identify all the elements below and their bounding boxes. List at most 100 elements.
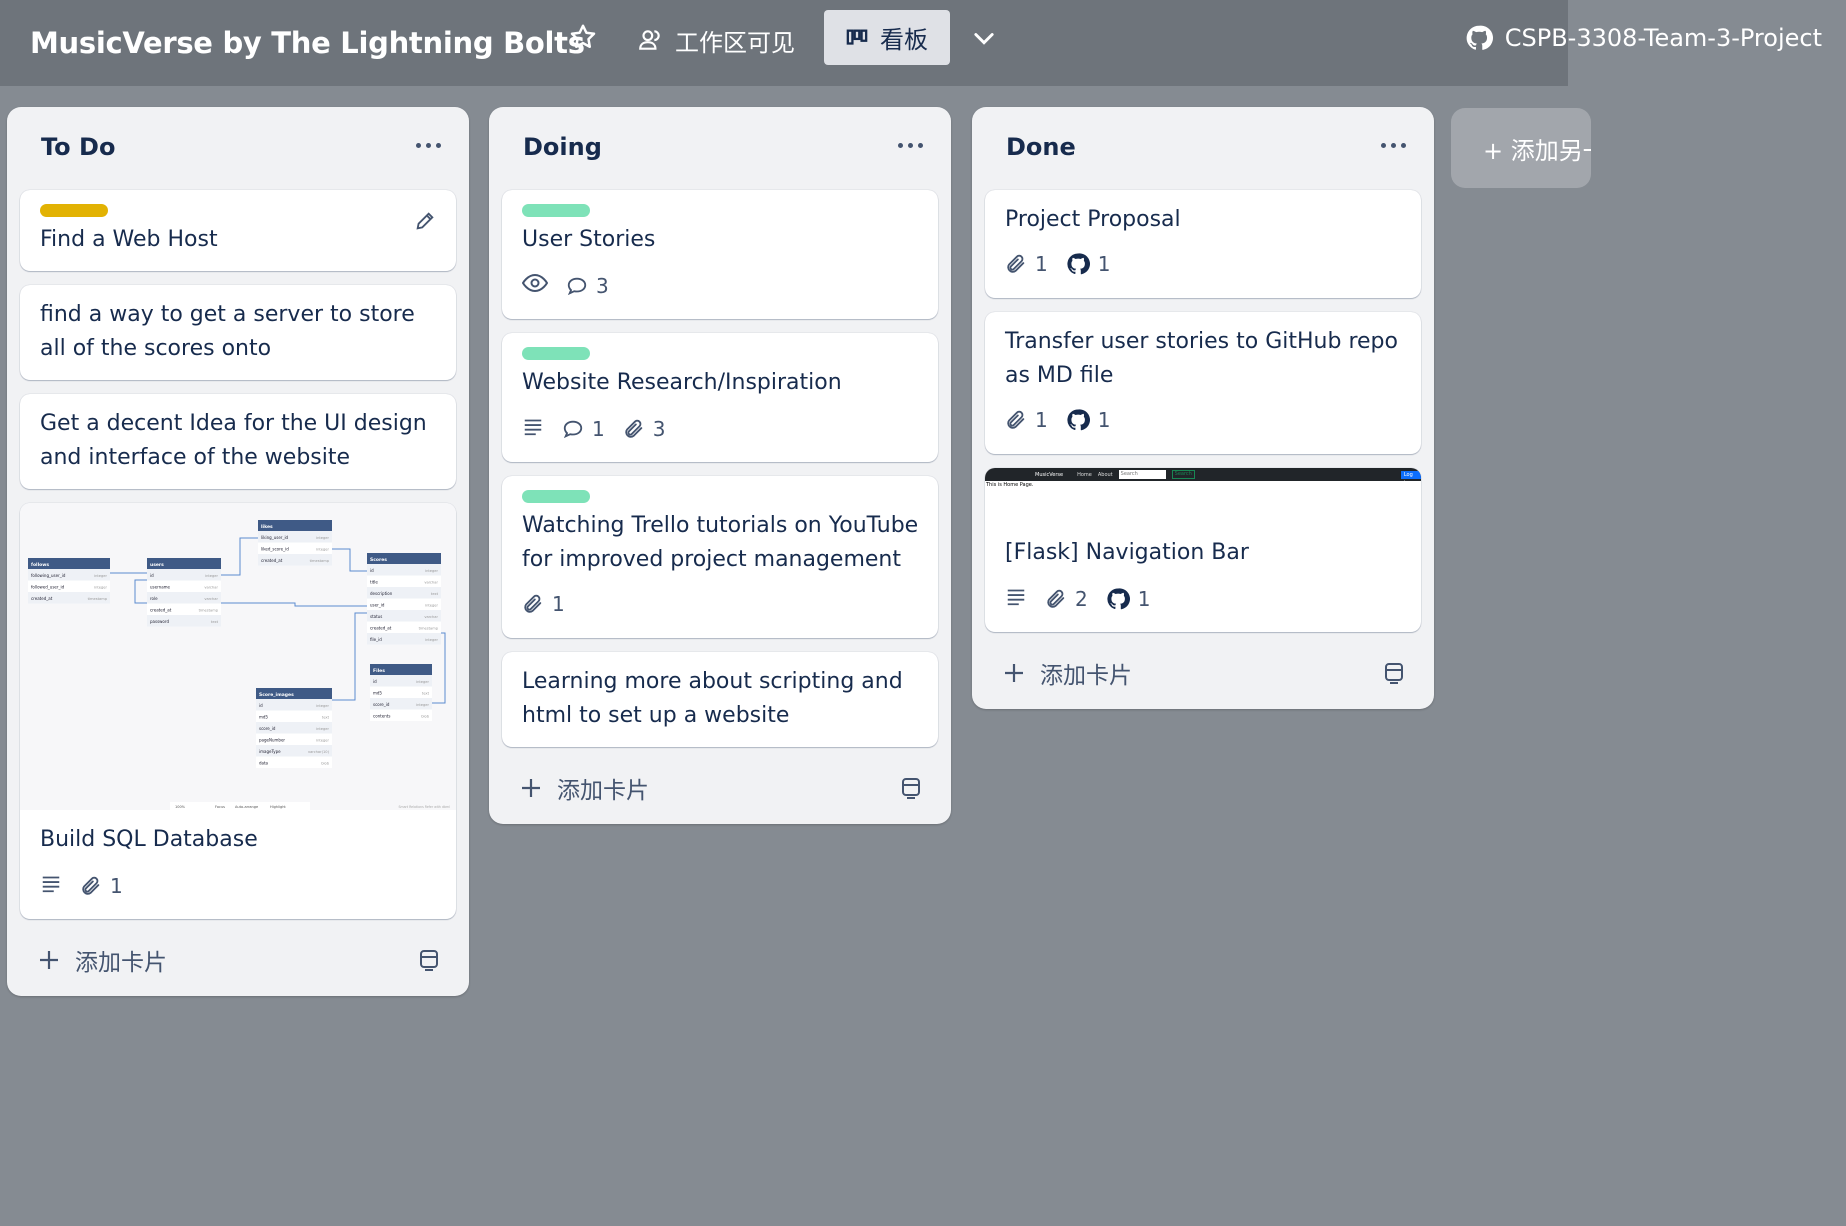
card-ui-design[interactable]: Get a decent Idea for the UI design and … <box>20 394 456 489</box>
comment-count: 1 <box>592 416 605 441</box>
nav-preview-search-button: Search <box>1171 470 1195 479</box>
github-icon <box>1067 409 1090 431</box>
card-label[interactable] <box>522 490 590 503</box>
db-column-type: integer <box>416 680 429 684</box>
list-title[interactable]: Done <box>1006 133 1076 161</box>
card-title: User Stories <box>522 227 656 252</box>
github-icon <box>1067 253 1090 275</box>
db-column-name: md5 <box>373 691 382 696</box>
attachment-badge: 3 <box>623 416 666 441</box>
attachment-count: 1 <box>1035 252 1048 276</box>
list-menu-icon[interactable] <box>1381 143 1406 148</box>
attachment-badge: 2 <box>1045 587 1088 611</box>
comment-badge: 3 <box>566 274 609 298</box>
card-badges: 1 1 <box>1005 408 1110 432</box>
list-title[interactable]: Doing <box>523 133 602 161</box>
card-flask-navigation-bar[interactable]: MusicVerse Home About Search Search Log … <box>985 468 1421 632</box>
add-list-button[interactable]: + 添加另一个列表 <box>1451 108 1591 188</box>
db-toolbar-item: Highlight <box>270 805 286 809</box>
add-list-label: + 添加另一个列表 <box>1483 136 1591 165</box>
board-title[interactable]: MusicVerse by The Lightning Bolts <box>30 26 585 60</box>
db-column-name: title <box>370 580 378 585</box>
card-build-sql-database[interactable]: follows following_user_id integer followed_… <box>20 503 456 919</box>
card-cover-nav-preview: MusicVerse Home About Search Search Log … <box>985 468 1421 524</box>
comment-icon <box>563 420 583 438</box>
db-column-name: imageType <box>259 749 281 754</box>
card-template-icon[interactable] <box>417 948 441 976</box>
db-column-name: id <box>373 679 377 684</box>
card-trello-tutorials[interactable]: Watching Trello tutorials on YouTube for… <box>502 476 938 638</box>
nav-preview-body: This is Home Page. <box>986 482 1034 488</box>
chevron-down-icon[interactable] <box>970 24 998 52</box>
card-title: Find a Web Host <box>40 227 218 252</box>
db-column-type: text <box>322 716 330 720</box>
card-title: Get a decent Idea for the UI design and … <box>40 411 427 470</box>
card-label[interactable] <box>522 347 590 360</box>
db-table: likesliking_user_id integerliked_score_id… <box>258 520 332 566</box>
add-card-button[interactable]: 添加卡片 <box>37 943 167 977</box>
add-card-label: 添加卡片 <box>75 950 167 976</box>
visibility-button[interactable]: 工作区可见 <box>637 20 795 60</box>
card-find-web-host[interactable]: Find a Web Host <box>20 190 456 271</box>
board-view-button[interactable]: 看板 <box>824 10 950 65</box>
card-template-icon[interactable] <box>899 776 923 804</box>
card-title: Website Research/Inspiration <box>522 370 842 395</box>
plus-icon <box>1005 664 1023 682</box>
list-done: Done Project Proposal 1 1 Transfer user … <box>972 107 1434 709</box>
list-doing: Doing User Stories 3 Website Research/In… <box>489 107 951 824</box>
card-learning-scripting[interactable]: Learning more about scripting and html t… <box>502 652 938 747</box>
db-table: Scores id integer title varchar description te… <box>367 553 441 645</box>
card-website-research[interactable]: Website Research/Inspiration 1 3 <box>502 333 938 462</box>
card-label[interactable] <box>522 204 590 217</box>
db-column-name: pageNumber <box>259 738 285 743</box>
github-count: 1 <box>1137 586 1151 611</box>
card-title: Transfer user stories to GitHub repo as … <box>1005 329 1398 388</box>
db-table: Files id integer md5 text score_id integer cont… <box>370 664 432 721</box>
db-column-name: password <box>150 619 169 624</box>
board-icon <box>846 27 868 49</box>
list-menu-icon[interactable] <box>416 143 441 148</box>
db-column-name: liked_score_id <box>261 547 289 552</box>
card-title: Project Proposal <box>1005 207 1181 232</box>
paperclip-icon <box>1007 410 1025 429</box>
paperclip-icon <box>1007 254 1025 273</box>
attachment-badge: 1 <box>1005 252 1048 276</box>
github-repo-link[interactable]: CSPB-3308-Team-3-Project <box>1465 18 1822 58</box>
db-table: users id integer username varchar role varchar… <box>147 558 221 627</box>
db-column-type: varchar <box>204 586 218 590</box>
db-column-type: integer <box>316 704 329 708</box>
db-column-type: integer <box>425 569 438 573</box>
edit-pencil-icon[interactable] <box>414 210 436 236</box>
card-label[interactable] <box>40 204 108 217</box>
db-table: followsfollowing_user_id integerfollowed_… <box>28 558 110 604</box>
add-card-button[interactable]: 添加卡片 <box>1002 656 1132 690</box>
db-column-type: timestamp <box>199 609 219 613</box>
db-table-name: follows <box>31 562 49 568</box>
db-column-name: created_at <box>31 596 53 601</box>
attachment-count: 1 <box>1035 408 1048 432</box>
view-label: 看板 <box>880 26 928 54</box>
db-column-type: varchar(10) <box>308 750 330 754</box>
card-transfer-user-stories[interactable]: Transfer user stories to GitHub repo as … <box>985 312 1421 454</box>
paperclip-icon <box>524 594 542 613</box>
card-project-proposal[interactable]: Project Proposal 1 1 <box>985 190 1421 298</box>
card-user-stories[interactable]: User Stories 3 <box>502 190 938 319</box>
card-server-storage[interactable]: find a way to get a server to store all … <box>20 285 456 380</box>
db-column-name: md5 <box>259 715 268 720</box>
db-column-name: data <box>259 761 269 766</box>
card-badges: 1 3 <box>522 415 665 442</box>
add-card-button[interactable]: 添加卡片 <box>519 771 649 805</box>
db-column-name: username <box>150 585 171 590</box>
plus-icon <box>40 951 58 969</box>
github-badge: 1 <box>1066 408 1110 432</box>
attachment-count: 3 <box>652 416 666 441</box>
card-title: Watching Trello tutorials on YouTube for… <box>522 513 919 572</box>
db-column-name: contents <box>373 714 390 719</box>
star-icon[interactable] <box>568 22 598 52</box>
db-column-name: description <box>370 591 393 596</box>
list-title[interactable]: To Do <box>41 133 115 161</box>
list-to-do: To Do Find a Web Host find a way to get … <box>7 107 469 996</box>
card-template-icon[interactable] <box>1382 661 1406 689</box>
paperclip-icon <box>625 419 642 438</box>
list-menu-icon[interactable] <box>898 143 923 148</box>
